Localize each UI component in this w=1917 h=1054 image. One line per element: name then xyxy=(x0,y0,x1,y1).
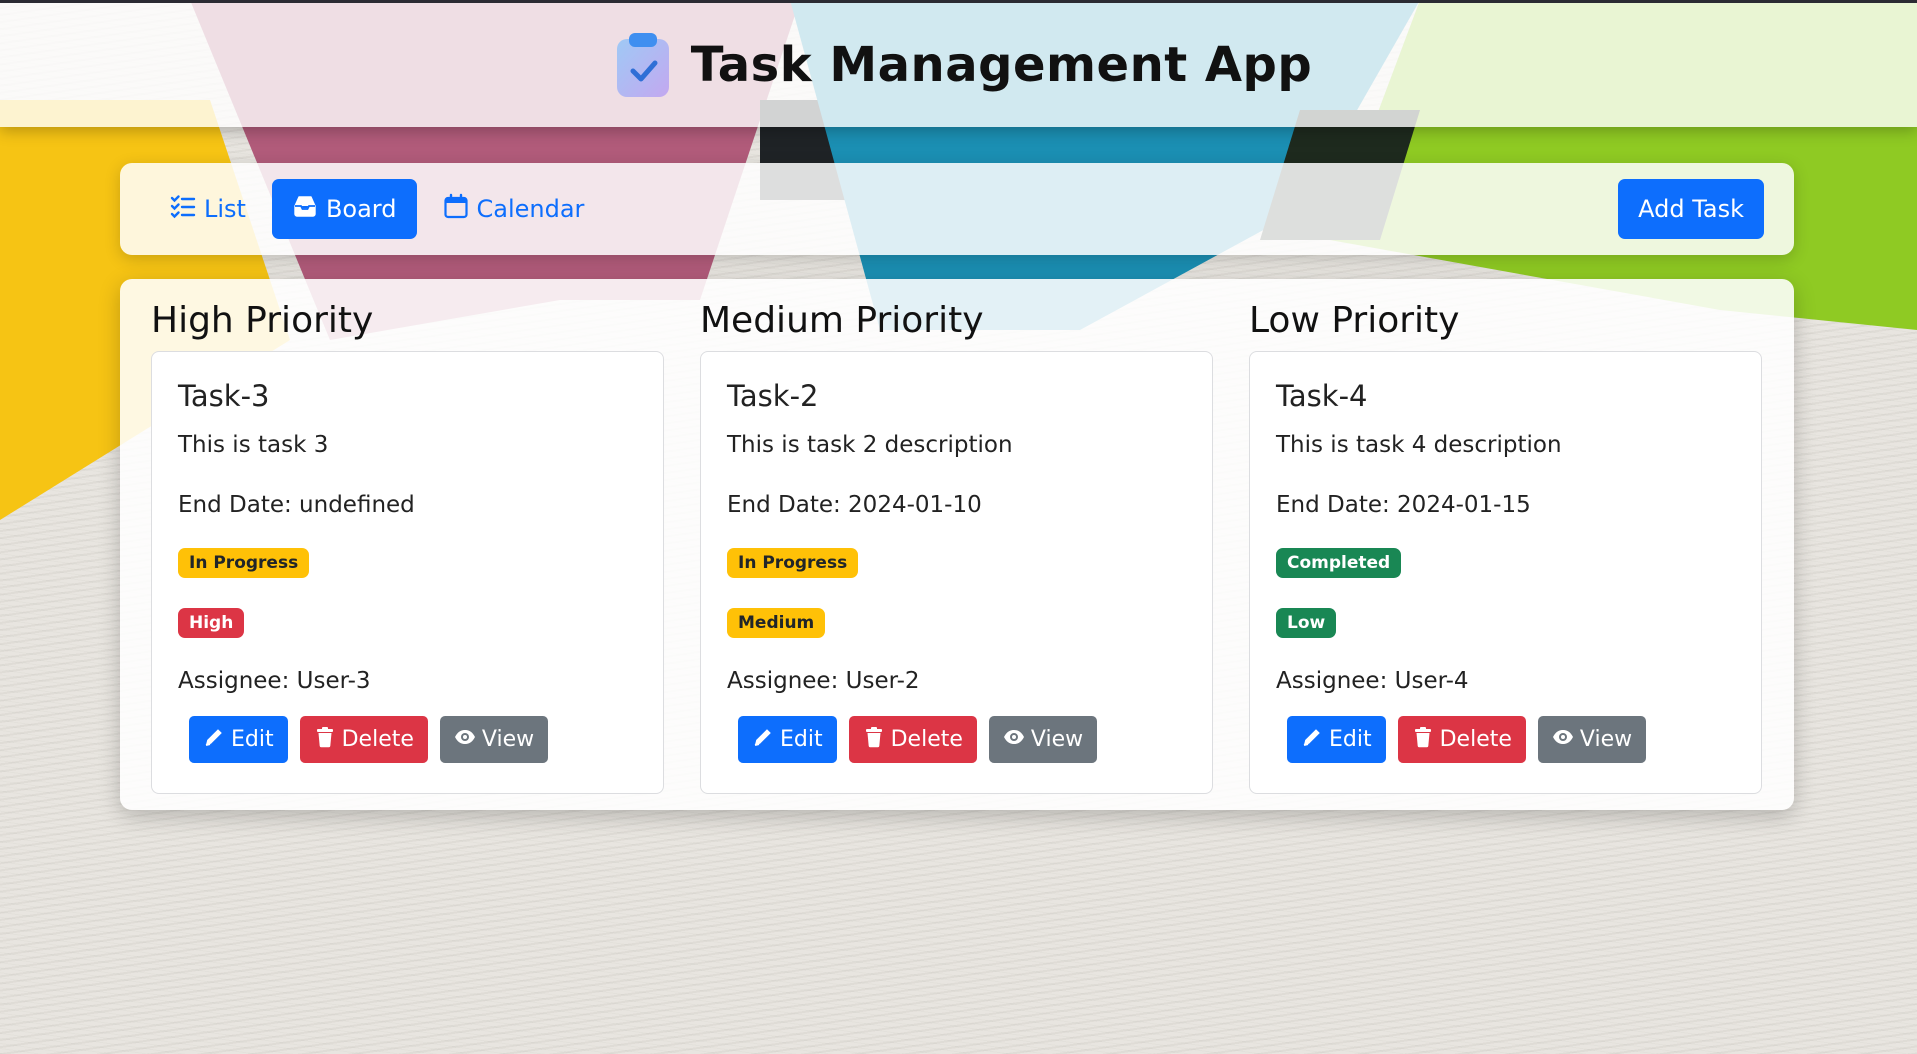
view-label: View xyxy=(1579,727,1633,752)
pencil-icon xyxy=(1301,726,1323,754)
task-card: Task-2 This is task 2 description End Da… xyxy=(700,351,1213,794)
task-board: High Priority Task-3 This is task 3 End … xyxy=(120,279,1794,810)
task-card: Task-3 This is task 3 End Date: undefine… xyxy=(151,351,664,794)
inbox-tray-icon xyxy=(292,193,318,225)
edit-button[interactable]: Edit xyxy=(1287,716,1386,763)
delete-button[interactable]: Delete xyxy=(1397,716,1526,763)
view-label: View xyxy=(1030,727,1084,752)
edit-button[interactable]: Edit xyxy=(738,716,837,763)
view-switcher: List Board Calendar xyxy=(150,179,604,239)
view-list-label: List xyxy=(204,195,246,223)
delete-label: Delete xyxy=(1439,727,1512,752)
delete-label: Delete xyxy=(341,727,414,752)
task-name: Task-3 xyxy=(178,379,270,413)
add-task-button[interactable]: Add Task xyxy=(1618,179,1764,239)
edit-label: Edit xyxy=(1329,727,1372,752)
task-card: Task-4 This is task 4 description End Da… xyxy=(1249,351,1762,794)
card-actions: Edit Delete View xyxy=(1276,716,1735,763)
column-title: Medium Priority xyxy=(700,300,984,341)
trash-icon xyxy=(314,726,336,754)
eye-icon xyxy=(454,726,476,754)
delete-button[interactable]: Delete xyxy=(299,716,428,763)
task-name: Task-2 xyxy=(727,379,819,413)
view-button[interactable]: View xyxy=(1537,716,1647,763)
view-board-label: Board xyxy=(325,195,397,223)
column-title: Low Priority xyxy=(1249,300,1460,341)
edit-label: Edit xyxy=(780,727,823,752)
pencil-icon xyxy=(752,726,774,754)
app-title: Task Management App xyxy=(690,37,1313,93)
task-description: This is task 2 description xyxy=(727,432,1013,458)
list-check-icon xyxy=(170,193,196,225)
status-badge: In Progress xyxy=(727,548,859,578)
view-button[interactable]: View xyxy=(439,716,549,763)
card-actions: Edit Delete View xyxy=(727,716,1186,763)
brand: Task Management App xyxy=(615,33,1313,97)
column-low-priority: Low Priority Task-4 This is task 4 descr… xyxy=(1249,291,1762,810)
task-assignee: Assignee: User-3 xyxy=(178,668,371,694)
task-assignee: Assignee: User-4 xyxy=(1276,668,1469,694)
view-calendar-button[interactable]: Calendar xyxy=(423,179,605,239)
column-high-priority: High Priority Task-3 This is task 3 End … xyxy=(151,291,664,810)
edit-button[interactable]: Edit xyxy=(189,716,288,763)
view-board-button[interactable]: Board xyxy=(271,179,417,239)
trash-icon xyxy=(1412,726,1434,754)
edit-label: Edit xyxy=(231,727,274,752)
task-end-date: End Date: 2024-01-10 xyxy=(727,492,982,518)
trash-icon xyxy=(863,726,885,754)
task-end-date: End Date: 2024-01-15 xyxy=(1276,492,1531,518)
eye-icon xyxy=(1552,726,1574,754)
delete-label: Delete xyxy=(890,727,963,752)
view-label: View xyxy=(481,727,535,752)
task-end-date: End Date: undefined xyxy=(178,492,415,518)
status-badge: In Progress xyxy=(178,548,310,578)
delete-button[interactable]: Delete xyxy=(848,716,977,763)
priority-badge: Low xyxy=(1276,608,1337,638)
view-list-button[interactable]: List xyxy=(150,179,266,239)
column-medium-priority: Medium Priority Task-2 This is task 2 de… xyxy=(700,291,1213,810)
card-actions: Edit Delete View xyxy=(178,716,637,763)
task-name: Task-4 xyxy=(1276,379,1368,413)
task-description: This is task 4 description xyxy=(1276,432,1562,458)
clipboard-check-icon xyxy=(615,33,671,97)
status-badge: Completed xyxy=(1276,548,1402,578)
task-description: This is task 3 xyxy=(178,432,329,458)
view-button[interactable]: View xyxy=(988,716,1098,763)
eye-icon xyxy=(1003,726,1025,754)
priority-badge: High xyxy=(178,608,245,638)
app-header: Task Management App xyxy=(0,0,1917,127)
pencil-icon xyxy=(203,726,225,754)
column-title: High Priority xyxy=(151,300,374,341)
calendar-icon xyxy=(443,193,469,225)
view-calendar-label: Calendar xyxy=(476,195,585,223)
view-toolbar: List Board Calendar Add Task xyxy=(120,163,1794,255)
task-assignee: Assignee: User-2 xyxy=(727,668,920,694)
priority-badge: Medium xyxy=(727,608,826,638)
